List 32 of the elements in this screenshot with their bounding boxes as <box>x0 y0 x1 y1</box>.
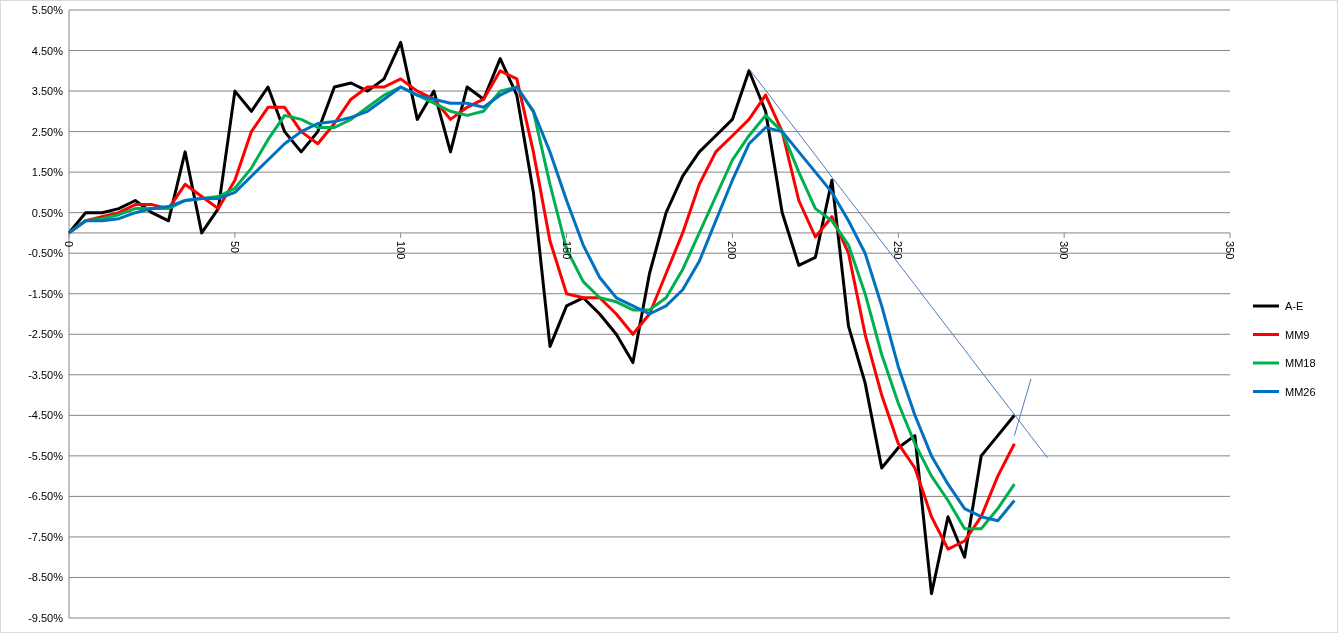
x-axis-label: 0 <box>63 240 75 248</box>
legend-swatch <box>1253 333 1279 336</box>
y-axis-label: 5.50% <box>31 4 63 16</box>
x-axis-label: 200 <box>726 240 739 260</box>
x-axis-label: 350 <box>1224 240 1236 260</box>
y-axis-label: -4.50% <box>28 409 63 422</box>
legend-swatch <box>1253 304 1279 308</box>
y-axis-label: -6.50% <box>28 490 63 503</box>
legend-label: A-E <box>1285 300 1304 312</box>
y-axis-label: -9.50% <box>28 612 63 624</box>
y-axis-label: 1.50% <box>31 166 63 179</box>
legend-swatch <box>1253 361 1279 365</box>
legend-swatch <box>1253 390 1279 393</box>
x-axis-label: 100 <box>394 240 407 260</box>
y-axis-label: 0.50% <box>31 206 63 219</box>
y-axis-label: -8.50% <box>28 571 63 584</box>
y-axis-label: 4.50% <box>31 44 63 57</box>
x-axis-label: 300 <box>1058 240 1071 260</box>
y-axis-label: -0.50% <box>28 247 63 260</box>
y-axis-label: -3.50% <box>28 368 63 381</box>
y-axis-label: -2.50% <box>28 328 63 341</box>
y-axis-label: 3.50% <box>31 85 63 98</box>
y-axis-label: 2.50% <box>31 125 63 138</box>
y-axis-label: -1.50% <box>28 287 63 300</box>
legend-label: MM26 <box>1285 385 1316 398</box>
legend-label: MM18 <box>1285 357 1316 369</box>
y-axis-label: -5.50% <box>28 449 63 462</box>
x-axis-label: 250 <box>892 240 905 260</box>
x-axis-label: 150 <box>560 240 573 260</box>
y-axis-label: -7.50% <box>28 530 63 543</box>
x-axis-label: 50 <box>228 240 241 254</box>
legend-label: MM9 <box>1285 328 1310 341</box>
